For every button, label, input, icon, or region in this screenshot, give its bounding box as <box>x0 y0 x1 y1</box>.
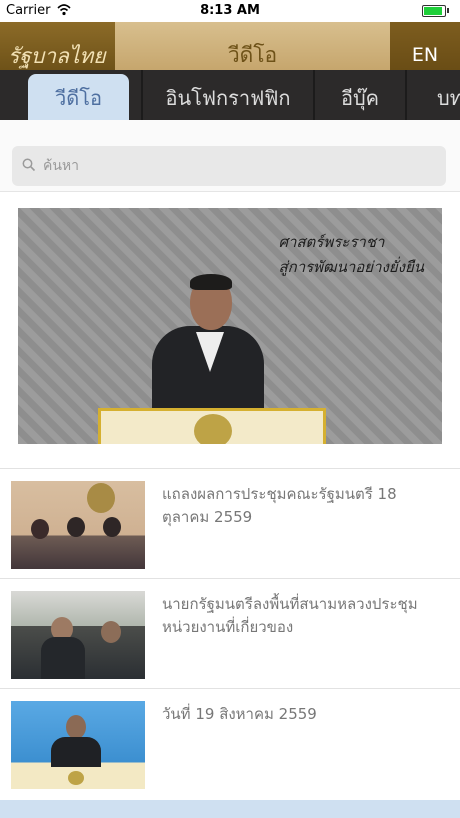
search-bar <box>0 120 460 192</box>
video-thumbnail <box>11 481 145 569</box>
language-label: EN <box>411 44 439 66</box>
page-title: วีดีโอ <box>227 43 278 67</box>
list-item[interactable]: แถลงผลการประชุมคณะรัฐมนตรี 18 ตุลาคม 255… <box>0 468 460 578</box>
video-title: วันที่ 19 สิงหาคม 2559 <box>162 705 317 723</box>
list-item[interactable]: นายกรัฐมนตรีลงพื้นที่สนามหลวงประชุมหน่วย… <box>0 578 460 688</box>
logo-area[interactable]: รัฐบาลไทย <box>0 22 115 70</box>
video-title: นายกรัฐมนตรีลงพื้นที่สนามหลวงประชุมหน่วย… <box>162 595 418 636</box>
emblem-icon <box>194 414 232 444</box>
clock: 8:13 AM <box>200 3 260 18</box>
bottom-bar <box>0 800 460 818</box>
featured-caption: ศาสตร์พระราชา สู่การพัฒนาอย่างยั่งยืน <box>278 233 424 276</box>
app-logo: รัฐบาลไทย <box>8 44 106 68</box>
search-icon <box>22 158 36 172</box>
tab-ebook[interactable]: อีบุ๊ค <box>315 70 405 120</box>
video-thumbnail <box>11 591 145 679</box>
language-button[interactable]: EN <box>390 22 460 70</box>
battery-icon <box>422 5 446 17</box>
category-tabs: วีดีโอ อินโฟกราฟฟิก อีบุ๊ค บท <box>0 70 460 120</box>
video-title: แถลงผลการประชุมคณะรัฐมนตรี 18 ตุลาคม 255… <box>162 485 397 526</box>
search-field[interactable] <box>12 146 446 186</box>
video-thumbnail <box>11 701 145 789</box>
tab-article[interactable]: บท <box>425 70 460 120</box>
list-item[interactable]: วันที่ 19 สิงหาคม 2559 <box>0 688 460 798</box>
featured-video[interactable]: ศาสตร์พระราชา สู่การพัฒนาอย่างยั่งยืน <box>18 208 442 444</box>
status-bar: Carrier 8:13 AM <box>0 0 460 22</box>
tab-video[interactable]: วีดีโอ <box>28 74 129 120</box>
app-header: รัฐบาลไทย วีดีโอ EN <box>0 22 460 70</box>
search-input[interactable] <box>43 146 438 186</box>
tab-infographic[interactable]: อินโฟกราฟฟิก <box>143 70 313 120</box>
